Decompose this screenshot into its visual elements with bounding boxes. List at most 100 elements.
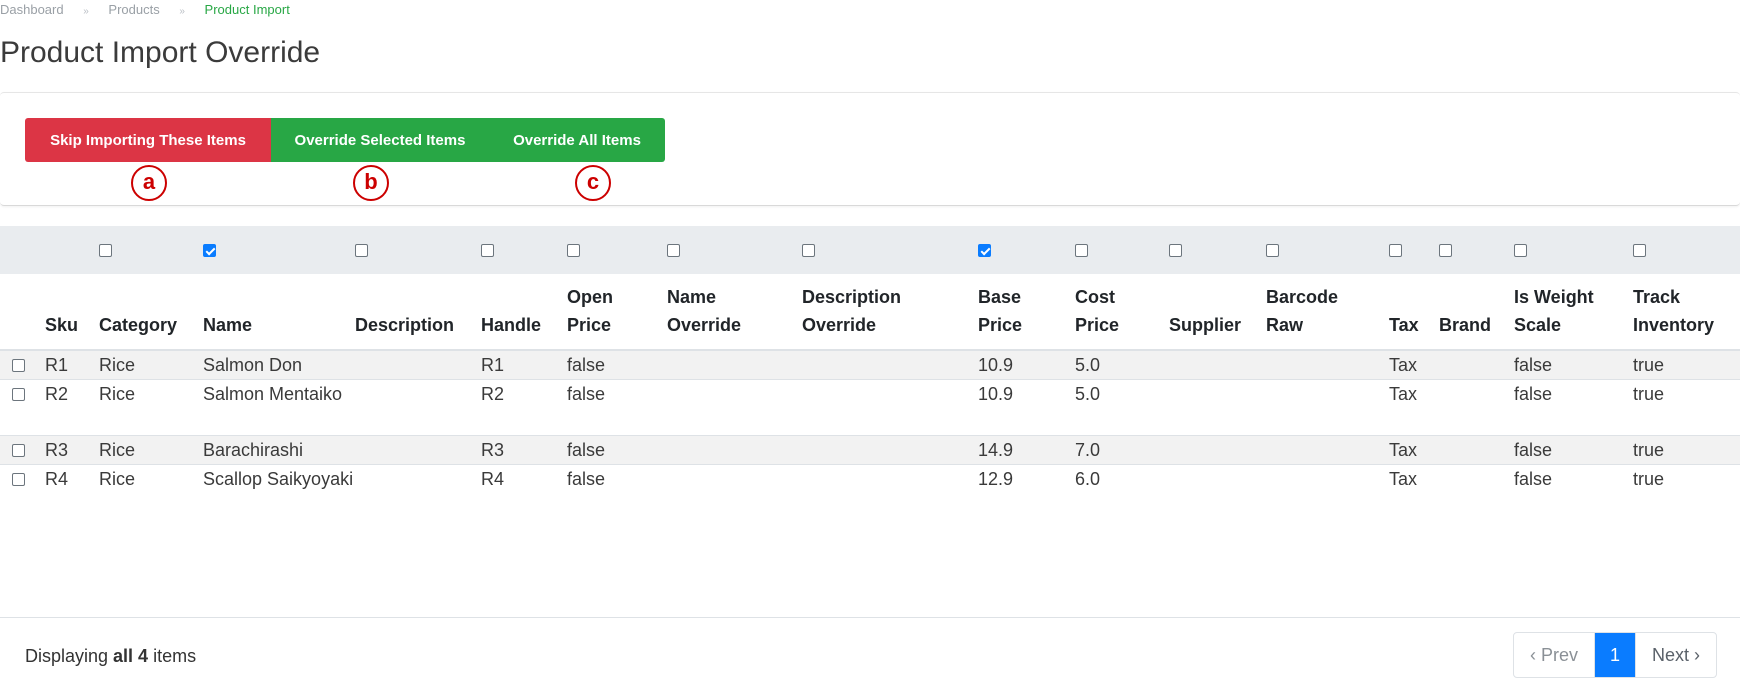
column-select-checkbox-is-weight-scale[interactable] bbox=[1514, 244, 1527, 258]
breadcrumb-products[interactable]: Products bbox=[108, 2, 159, 17]
column-select-checkbox-description[interactable] bbox=[355, 244, 368, 258]
column-header-tax[interactable]: Tax bbox=[1389, 274, 1439, 350]
cell-tax: Tax bbox=[1389, 355, 1418, 375]
column-header-description[interactable]: Description bbox=[355, 274, 481, 350]
column-header-handle[interactable]: Handle bbox=[481, 274, 567, 350]
column-header-barcode-raw[interactable]: Barcode Raw bbox=[1266, 274, 1389, 350]
cell-name: Barachirashi bbox=[203, 440, 304, 460]
row-select-checkbox[interactable] bbox=[12, 358, 25, 372]
column-select-cell bbox=[45, 226, 99, 274]
override-selected-button[interactable]: Override Selected Items bbox=[271, 118, 489, 162]
row-select-checkbox[interactable] bbox=[12, 472, 25, 486]
row-select-cell bbox=[0, 465, 45, 541]
cell-track-inventory: true bbox=[1633, 469, 1665, 489]
column-header-text: Handle bbox=[481, 315, 542, 335]
cell-base-price: 10.9 bbox=[978, 384, 1014, 404]
column-header-category[interactable]: Category bbox=[99, 274, 203, 350]
cell-name-override bbox=[667, 380, 802, 436]
annotation-marker-c: c bbox=[575, 165, 611, 201]
column-select-cell bbox=[1389, 226, 1439, 274]
cell-barcode-raw bbox=[1266, 380, 1389, 436]
column-header-base-price[interactable]: Base Price bbox=[978, 274, 1075, 350]
cell-open-price: false bbox=[567, 355, 606, 375]
prev-page-button[interactable]: ‹ Prev bbox=[1514, 633, 1595, 677]
item-count-prefix: Displaying bbox=[25, 646, 114, 666]
column-select-checkbox-track-inventory[interactable] bbox=[1633, 244, 1646, 258]
page-1-button[interactable]: 1 bbox=[1595, 633, 1635, 677]
pagination: ‹ Prev 1 Next › bbox=[1513, 632, 1717, 678]
column-select-cell bbox=[567, 226, 667, 274]
column-select-checkbox-name[interactable] bbox=[203, 244, 216, 258]
column-header-text: Description bbox=[802, 287, 902, 307]
column-select-cell bbox=[978, 226, 1075, 274]
column-select-checkbox-category[interactable] bbox=[99, 244, 112, 258]
column-select-cell bbox=[481, 226, 567, 274]
column-header-row: Sku Category Name Description Handle Open Pric… bbox=[0, 274, 1740, 350]
column-select-checkbox-base-price[interactable] bbox=[978, 244, 991, 258]
cell-barcode-raw bbox=[1266, 350, 1389, 380]
column-select-checkbox-supplier[interactable] bbox=[1169, 244, 1182, 258]
cell-brand bbox=[1439, 465, 1514, 541]
column-select-checkbox-open-price[interactable] bbox=[567, 244, 580, 258]
column-header-track-inventory[interactable]: Track Inventory bbox=[1633, 274, 1740, 350]
action-card: Skip Importing These Items Override Sele… bbox=[0, 92, 1740, 206]
table-row: R2 Rice Salmon Mentaiko R2 false 10.9 5.0 Tax fa… bbox=[0, 379, 1740, 436]
breadcrumb: Dashboard » Products » Product Import bbox=[0, 2, 290, 17]
column-select-checkbox-tax[interactable] bbox=[1389, 244, 1402, 258]
column-header-sku[interactable]: Sku bbox=[45, 274, 99, 350]
next-page-button[interactable]: Next › bbox=[1635, 633, 1716, 677]
cell-description-override bbox=[802, 350, 978, 380]
cell-category: Rice bbox=[99, 355, 136, 375]
cell-name-override bbox=[667, 350, 802, 380]
column-header-name-override[interactable]: Name Override bbox=[667, 274, 802, 350]
column-select-checkbox-barcode-raw[interactable] bbox=[1266, 244, 1279, 258]
column-header-text: Tax bbox=[1389, 315, 1419, 335]
cell-tax: Tax bbox=[1389, 469, 1418, 489]
column-header-text: Price bbox=[567, 315, 612, 335]
breadcrumb-dashboard[interactable]: Dashboard bbox=[0, 2, 64, 17]
column-header-open-price[interactable]: Open Price bbox=[567, 274, 667, 350]
column-header-text: Track bbox=[1633, 287, 1681, 307]
column-header-description-override[interactable]: Description Override bbox=[802, 274, 978, 350]
cell-base-price: 10.9 bbox=[978, 355, 1014, 375]
select-row-spacer bbox=[0, 226, 45, 274]
header-spacer bbox=[0, 274, 45, 350]
cell-description-override bbox=[802, 436, 978, 465]
column-select-cell bbox=[667, 226, 802, 274]
cell-sku: R2 bbox=[45, 384, 69, 404]
column-header-text: Cost bbox=[1075, 287, 1115, 307]
column-header-text: Price bbox=[1075, 315, 1120, 335]
column-header-text: Sku bbox=[45, 315, 79, 335]
row-select-cell bbox=[0, 350, 45, 380]
cell-name-override bbox=[667, 436, 802, 465]
cell-is-weight-scale: false bbox=[1514, 469, 1553, 489]
page-title: Product Import Override bbox=[0, 36, 321, 69]
column-header-is-weight-scale[interactable]: Is Weight Scale bbox=[1514, 274, 1633, 350]
column-select-row bbox=[0, 226, 1740, 274]
column-select-checkbox-description-override[interactable] bbox=[802, 244, 815, 258]
cell-barcode-raw bbox=[1266, 436, 1389, 465]
cell-cost-price: 6.0 bbox=[1075, 469, 1101, 489]
cell-track-inventory: true bbox=[1633, 440, 1665, 460]
column-select-checkbox-cost-price[interactable] bbox=[1075, 244, 1088, 258]
row-select-checkbox[interactable] bbox=[12, 443, 25, 457]
column-select-checkbox-handle[interactable] bbox=[481, 244, 494, 258]
cell-brand bbox=[1439, 350, 1514, 380]
column-header-brand[interactable]: Brand bbox=[1439, 274, 1514, 350]
column-select-cell bbox=[1169, 226, 1266, 274]
column-select-cell bbox=[1633, 226, 1740, 274]
action-button-group: Skip Importing These Items Override Sele… bbox=[25, 118, 665, 162]
column-select-cell bbox=[1514, 226, 1633, 274]
column-select-cell bbox=[1266, 226, 1389, 274]
cell-handle: R4 bbox=[481, 469, 505, 489]
cell-description bbox=[355, 436, 481, 465]
column-select-checkbox-name-override[interactable] bbox=[667, 244, 680, 258]
override-all-button[interactable]: Override All Items bbox=[489, 118, 665, 162]
breadcrumb-separator: » bbox=[83, 6, 89, 17]
column-header-name[interactable]: Name bbox=[203, 274, 355, 350]
column-header-cost-price[interactable]: Cost Price bbox=[1075, 274, 1169, 350]
column-select-checkbox-brand[interactable] bbox=[1439, 244, 1452, 258]
column-header-supplier[interactable]: Supplier bbox=[1169, 274, 1266, 350]
skip-importing-button[interactable]: Skip Importing These Items bbox=[25, 118, 271, 162]
row-select-checkbox[interactable] bbox=[12, 387, 25, 401]
